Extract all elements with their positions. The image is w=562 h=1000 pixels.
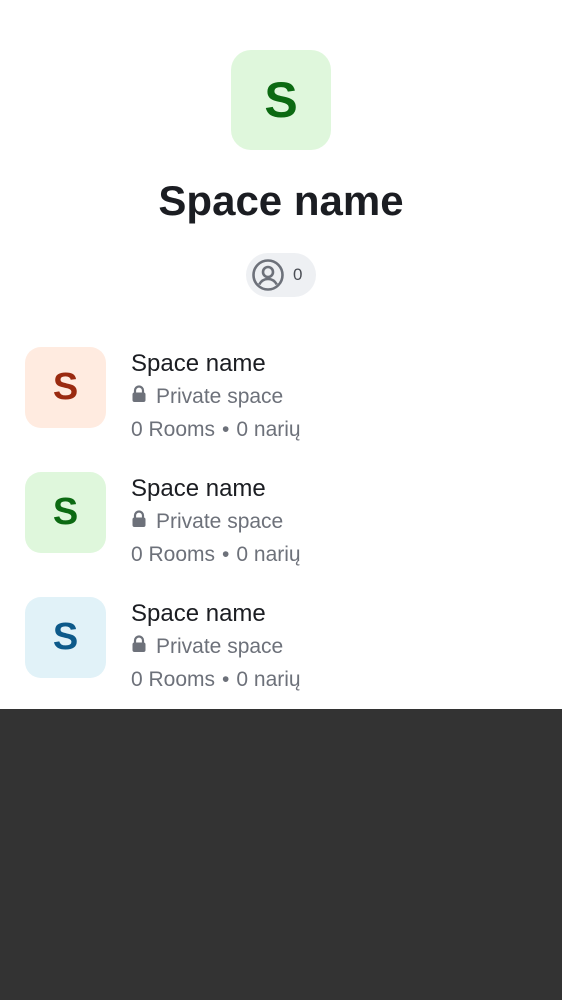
member-count-button[interactable]: 0 xyxy=(246,253,316,297)
lock-icon xyxy=(131,509,156,535)
space-privacy-label: Private space xyxy=(156,510,284,533)
meta-separator: • xyxy=(222,543,230,566)
space-name: Space name xyxy=(131,475,266,502)
space-privacy-label: Private space xyxy=(156,385,284,408)
space-avatar: S xyxy=(231,50,331,150)
space-avatar: S xyxy=(25,347,106,428)
space-meta: 0 Rooms • 0 narių xyxy=(131,417,301,443)
meta-separator: • xyxy=(222,668,230,691)
space-privacy: Private space xyxy=(131,509,283,535)
space-meta: 0 Rooms • 0 narių xyxy=(131,542,301,568)
space-meta: 0 Rooms • 0 narių xyxy=(131,667,301,693)
space-rooms-count: 0 Rooms xyxy=(131,668,216,691)
space-name: Space name xyxy=(131,600,266,627)
space-members-count: 0 narių xyxy=(236,543,301,566)
member-count-label: 0 xyxy=(293,265,303,284)
space-avatar: S xyxy=(25,472,106,553)
space-list-item[interactable]: S Space name Private space 0 Rooms • 0 nar… xyxy=(0,347,562,457)
space-title: Space name xyxy=(158,177,404,224)
space-name: Space name xyxy=(131,350,266,377)
space-members-count: 0 narių xyxy=(236,418,301,441)
space-privacy: Private space xyxy=(131,384,283,410)
space-privacy-label: Private space xyxy=(156,635,284,658)
space-avatar: S xyxy=(25,597,106,678)
space-rooms-count: 0 Rooms xyxy=(131,418,216,441)
space-details-sheet: S Space name 0 S Space name Private spac… xyxy=(0,0,562,709)
space-privacy: Private space xyxy=(131,634,283,660)
space-members-count: 0 narių xyxy=(236,668,301,691)
space-list-item[interactable]: S Space name Private space 0 Rooms • 0 nar… xyxy=(0,597,562,707)
space-list-item[interactable]: S Space name Private space 0 Rooms • 0 nar… xyxy=(0,472,562,582)
lock-icon xyxy=(131,634,156,660)
user-circle-icon xyxy=(251,258,285,292)
space-rooms-count: 0 Rooms xyxy=(131,543,216,566)
meta-separator: • xyxy=(222,418,230,441)
lock-icon xyxy=(131,384,156,410)
